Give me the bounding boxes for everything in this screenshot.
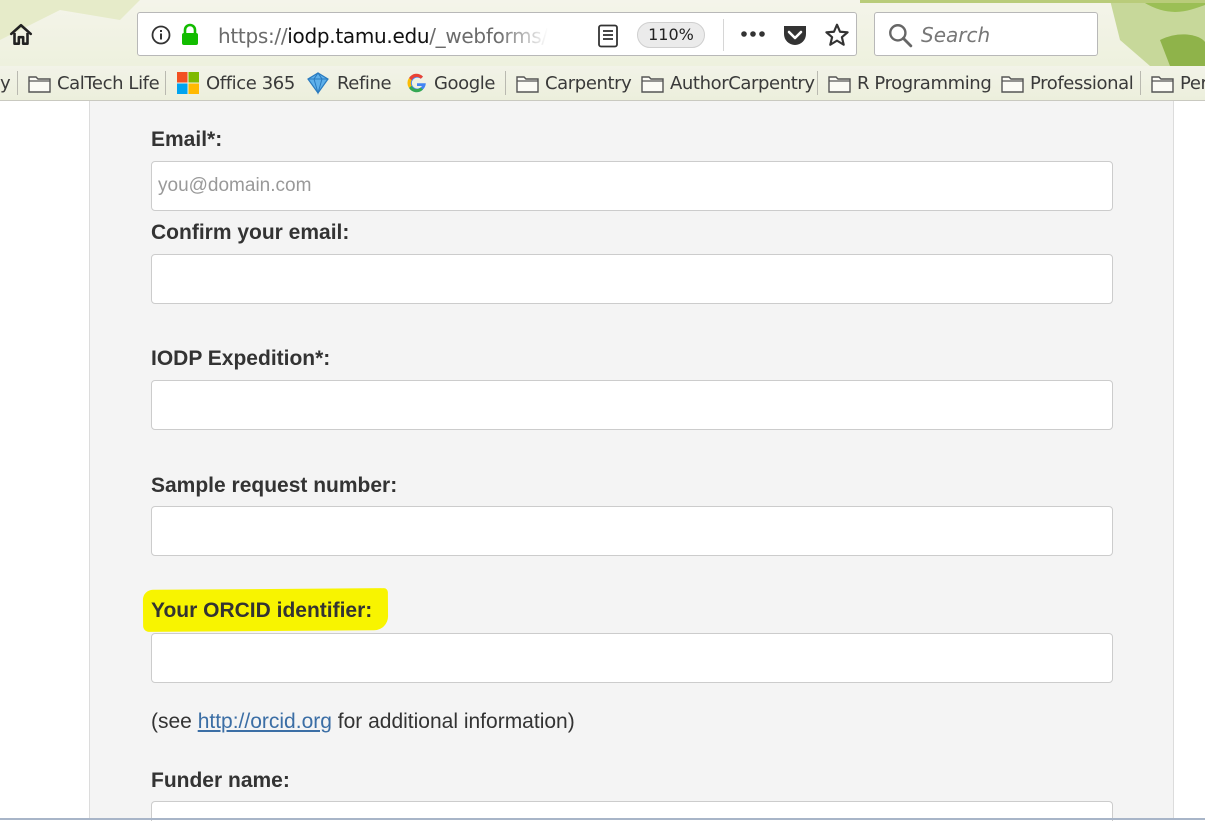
email-field[interactable] bbox=[151, 161, 1113, 211]
home-button[interactable] bbox=[6, 20, 36, 50]
bookmark-star-icon[interactable] bbox=[824, 22, 850, 48]
window-bottom-edge bbox=[0, 818, 1205, 820]
orcid-field[interactable] bbox=[151, 633, 1113, 683]
home-icon bbox=[9, 23, 33, 45]
bookmark-folder-per[interactable]: Per bbox=[1151, 71, 1205, 95]
folder-icon bbox=[516, 75, 539, 93]
bookmark-label: Per bbox=[1180, 72, 1205, 94]
url-host: iodp.tamu.edu bbox=[287, 24, 430, 48]
orcid-help-prefix: (see bbox=[151, 710, 198, 733]
bookmark-label: Carpentry bbox=[545, 72, 632, 94]
refine-icon bbox=[307, 72, 329, 95]
page-actions-icon[interactable] bbox=[739, 24, 767, 44]
expedition-field[interactable] bbox=[151, 380, 1113, 430]
bookmark-folder-authorcarpentry[interactable]: AuthorCarpentry bbox=[641, 71, 815, 95]
bookmark-label: Refine bbox=[337, 72, 392, 94]
folder-icon bbox=[828, 75, 851, 93]
orcid-link[interactable]: http://orcid.org bbox=[198, 710, 332, 733]
office365-icon bbox=[177, 72, 199, 94]
bookmark-separator bbox=[505, 71, 506, 95]
search-placeholder: Search bbox=[921, 23, 991, 47]
confirm-email-label: Confirm your email: bbox=[151, 221, 350, 244]
page-content: Email*: Confirm your email: IODP Expedit… bbox=[0, 101, 1205, 821]
url-scheme: https:// bbox=[218, 24, 288, 48]
lock-icon[interactable] bbox=[180, 23, 200, 47]
bookmark-refine[interactable]: Refine bbox=[305, 71, 392, 95]
funder-label: Funder name: bbox=[151, 769, 290, 792]
orcid-help-suffix: for additional information) bbox=[331, 710, 575, 733]
info-icon[interactable] bbox=[151, 25, 171, 45]
bookmark-label: Office 365 bbox=[206, 72, 295, 94]
sample-request-field[interactable] bbox=[151, 506, 1113, 556]
email-label: Email*: bbox=[151, 128, 223, 151]
bookmark-separator bbox=[1140, 71, 1141, 95]
bookmark-folder-partial[interactable]: y bbox=[0, 71, 11, 95]
folder-icon bbox=[1151, 75, 1174, 93]
bookmark-folder-carpentry[interactable]: Carpentry bbox=[516, 71, 632, 95]
bookmark-folder-professional[interactable]: Professional bbox=[1001, 71, 1134, 95]
expedition-label: IODP Expedition*: bbox=[151, 347, 331, 370]
url-bar[interactable]: https://iodp.tamu.edu/_webforms/i 110% bbox=[137, 12, 857, 56]
orcid-help-text: (see http://orcid.org for additional inf… bbox=[151, 710, 575, 734]
reader-view-icon[interactable] bbox=[597, 24, 619, 48]
bookmark-separator bbox=[817, 71, 818, 95]
zoom-indicator[interactable]: 110% bbox=[637, 22, 705, 48]
search-bar[interactable]: Search bbox=[874, 12, 1098, 56]
sample-request-label: Sample request number: bbox=[151, 474, 398, 497]
browser-toolbar: https://iodp.tamu.edu/_webforms/i 110% S… bbox=[0, 0, 1205, 66]
url-fade bbox=[498, 17, 548, 51]
bookmark-label: R Programming bbox=[857, 72, 992, 94]
bookmark-label: AuthorCarpentry bbox=[670, 72, 815, 94]
bookmark-folder-caltech-life[interactable]: CalTech Life bbox=[28, 71, 160, 95]
folder-icon bbox=[1001, 75, 1024, 93]
bookmarks-toolbar: y CalTech Life Office 365 Refine Google bbox=[0, 66, 1205, 101]
bookmark-label: CalTech Life bbox=[57, 72, 160, 94]
bookmark-separator bbox=[165, 71, 166, 95]
bookmark-google[interactable]: Google bbox=[406, 71, 495, 95]
bookmark-label: Google bbox=[434, 72, 496, 94]
bookmark-office365[interactable]: Office 365 bbox=[176, 71, 295, 95]
folder-icon bbox=[641, 75, 664, 93]
confirm-email-field[interactable] bbox=[151, 254, 1113, 304]
bookmark-label: Professional bbox=[1030, 72, 1134, 94]
orcid-label: Your ORCID identifier: bbox=[151, 599, 373, 622]
folder-icon bbox=[28, 75, 51, 93]
url-separator bbox=[723, 19, 724, 51]
pocket-icon[interactable] bbox=[782, 23, 808, 47]
google-icon bbox=[407, 73, 426, 93]
bookmark-separator bbox=[17, 71, 18, 95]
search-icon bbox=[889, 24, 913, 48]
bookmark-label: y bbox=[0, 72, 11, 94]
bookmark-folder-r-programming[interactable]: R Programming bbox=[828, 71, 992, 95]
